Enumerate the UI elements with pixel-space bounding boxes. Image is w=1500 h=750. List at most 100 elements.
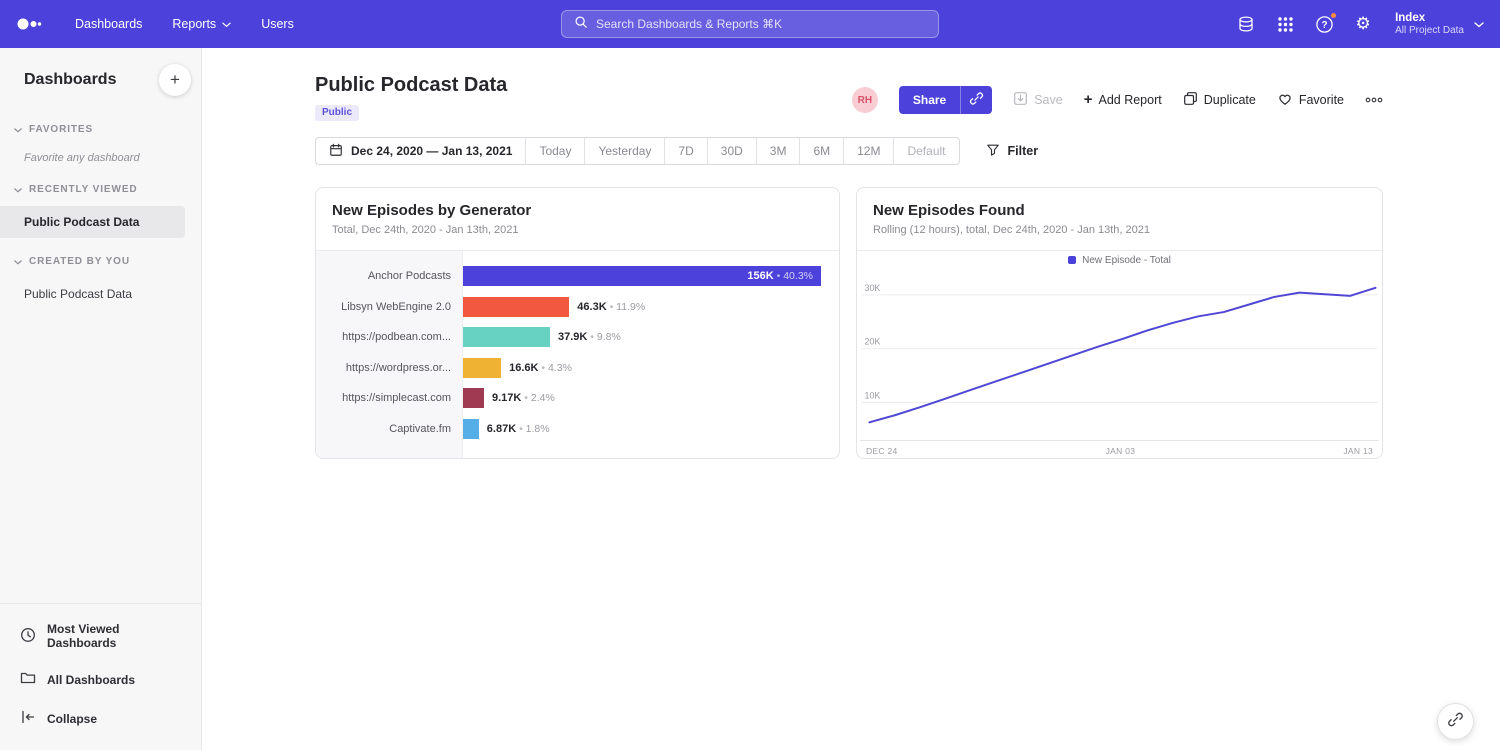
global-search[interactable] xyxy=(561,10,939,38)
sidebar-item-public-podcast-data-created[interactable]: Public Podcast Data xyxy=(0,278,201,310)
favorite-button[interactable]: Favorite xyxy=(1277,91,1344,109)
public-badge: Public xyxy=(315,105,359,121)
date-range-picker[interactable]: Dec 24, 2020 — Jan 13, 2021 xyxy=(316,138,525,164)
data-management-icon[interactable] xyxy=(1235,13,1257,35)
bar-value-label: 156K xyxy=(747,270,773,282)
bar-wordpress[interactable] xyxy=(463,358,501,378)
bar-captivate[interactable] xyxy=(463,419,479,439)
more-options-button[interactable] xyxy=(1365,93,1383,107)
bar-anchor-podcasts[interactable]: 156K40.3% xyxy=(463,266,821,286)
bar-percent-label: 2.4% xyxy=(521,392,554,404)
chevron-down-icon xyxy=(222,17,231,31)
nav-item-reports[interactable]: Reports xyxy=(172,17,231,31)
save-icon xyxy=(1013,91,1028,109)
avatar[interactable]: RH xyxy=(852,87,878,113)
section-label: CREATED BY YOU xyxy=(29,256,130,267)
bar-category-label: https://wordpress.or... xyxy=(316,362,463,374)
link-icon xyxy=(1447,711,1464,733)
help-icon[interactable]: ? xyxy=(1313,13,1335,35)
card-title: New Episodes by Generator xyxy=(332,202,823,219)
card-subtitle: Rolling (12 hours), total, Dec 24th, 202… xyxy=(873,224,1366,236)
bar-percent-label: 1.8% xyxy=(516,423,549,435)
collapse-sidebar-button[interactable]: Collapse xyxy=(0,699,201,738)
bar-value-label: 46.3K xyxy=(577,301,606,313)
bar-percent-label: 9.8% xyxy=(587,331,620,343)
share-button[interactable]: Share xyxy=(899,86,960,114)
add-report-button[interactable]: + Add Report xyxy=(1084,93,1162,107)
bar-row: https://simplecast.com 9.17K2.4% xyxy=(316,383,839,414)
x-tick: JAN 03 xyxy=(1106,446,1136,456)
bar-percent-label: 40.3% xyxy=(774,270,813,282)
preset-yesterday[interactable]: Yesterday xyxy=(584,138,664,164)
card-new-episodes-found: New Episodes Found Rolling (12 hours), t… xyxy=(856,187,1383,459)
chevron-down-icon xyxy=(14,252,22,270)
favorites-empty-note: Favorite any dashboard xyxy=(0,144,201,168)
copy-link-button[interactable] xyxy=(960,86,992,114)
preset-30d[interactable]: 30D xyxy=(707,138,756,164)
bar-percent-label: 11.9% xyxy=(607,301,646,313)
line-chart[interactable]: 10K20K30K xyxy=(860,269,1379,441)
heart-icon xyxy=(1277,91,1293,109)
bar-podbean[interactable] xyxy=(463,327,550,347)
app-logo[interactable] xyxy=(16,14,43,34)
sidebar-item-public-podcast-data[interactable]: Public Podcast Data xyxy=(0,206,185,238)
legend-item[interactable]: New Episode - Total xyxy=(860,251,1379,269)
bar-category-label: https://simplecast.com xyxy=(316,392,463,404)
preset-3m[interactable]: 3M xyxy=(756,138,800,164)
legend-swatch xyxy=(1068,256,1076,264)
bar-percent-label: 4.3% xyxy=(538,362,571,374)
bar-row: Libsyn WebEngine 2.0 46.3K11.9% xyxy=(316,292,839,323)
preset-12m[interactable]: 12M xyxy=(843,138,893,164)
floating-copy-link-button[interactable] xyxy=(1437,703,1474,740)
notification-badge xyxy=(1330,12,1337,19)
calendar-icon xyxy=(329,143,343,160)
preset-default[interactable]: Default xyxy=(893,138,958,164)
bar-row: Anchor Podcasts 156K40.3% xyxy=(316,261,839,292)
preset-today[interactable]: Today xyxy=(525,138,584,164)
card-new-episodes-by-generator: New Episodes by Generator Total, Dec 24t… xyxy=(315,187,840,459)
card-subtitle: Total, Dec 24th, 2020 - Jan 13th, 2021 xyxy=(332,224,823,236)
preset-7d[interactable]: 7D xyxy=(664,138,706,164)
plus-icon: + xyxy=(1084,92,1093,107)
section-recently-viewed[interactable]: RECENTLY VIEWED xyxy=(0,168,201,204)
svg-text:20K: 20K xyxy=(864,337,880,347)
duplicate-button[interactable]: Duplicate xyxy=(1183,91,1256,109)
bar-category-label: Captivate.fm xyxy=(316,423,463,435)
bar-simplecast[interactable] xyxy=(463,388,484,408)
bar-row: https://wordpress.or... 16.6K4.3% xyxy=(316,353,839,384)
bar-value-label: 9.17K xyxy=(492,392,521,404)
filter-funnel-icon xyxy=(986,143,1000,160)
bar-value-label: 37.9K xyxy=(558,331,587,343)
project-name: Index xyxy=(1395,11,1464,25)
most-viewed-dashboards-button[interactable]: Most Viewed Dashboards xyxy=(0,612,201,660)
search-input[interactable] xyxy=(596,17,926,31)
filter-button[interactable]: Filter xyxy=(986,143,1039,160)
nav-item-users[interactable]: Users xyxy=(261,17,294,31)
section-favorites[interactable]: FAVORITES xyxy=(0,108,201,144)
apps-grid-icon[interactable] xyxy=(1274,13,1296,35)
section-label: RECENTLY VIEWED xyxy=(29,184,138,195)
project-selector[interactable]: Index All Project Data xyxy=(1395,11,1484,37)
x-axis-labels: DEC 24 JAN 03 JAN 13 xyxy=(860,441,1379,456)
chevron-down-icon xyxy=(14,120,22,138)
settings-gear-icon[interactable]: ⚙ xyxy=(1352,13,1374,35)
all-dashboards-button[interactable]: All Dashboards xyxy=(0,660,201,699)
bar-libsyn[interactable] xyxy=(463,297,569,317)
main-content: Public Podcast Data Public RH Share Save… xyxy=(202,48,1500,750)
section-label: FAVORITES xyxy=(29,124,93,135)
new-dashboard-button[interactable]: + xyxy=(159,64,191,96)
top-nav: Dashboards Reports Users ? ⚙ Index All P… xyxy=(0,0,1500,48)
bar-chart: Anchor Podcasts 156K40.3% Libsyn WebEngi… xyxy=(316,251,839,458)
search-icon xyxy=(574,15,588,34)
page-title: Public Podcast Data xyxy=(315,74,507,97)
chevron-down-icon xyxy=(1474,15,1484,33)
nav-item-dashboards[interactable]: Dashboards xyxy=(75,17,142,31)
most-viewed-icon xyxy=(20,627,36,646)
x-tick: JAN 13 xyxy=(1343,446,1373,456)
link-icon xyxy=(969,91,984,109)
save-button[interactable]: Save xyxy=(1013,91,1063,109)
preset-6m[interactable]: 6M xyxy=(799,138,843,164)
sidebar: Dashboards + FAVORITES Favorite any dash… xyxy=(0,48,202,750)
section-created-by-you[interactable]: CREATED BY YOU xyxy=(0,240,201,276)
project-subtitle: All Project Data xyxy=(1395,25,1464,37)
